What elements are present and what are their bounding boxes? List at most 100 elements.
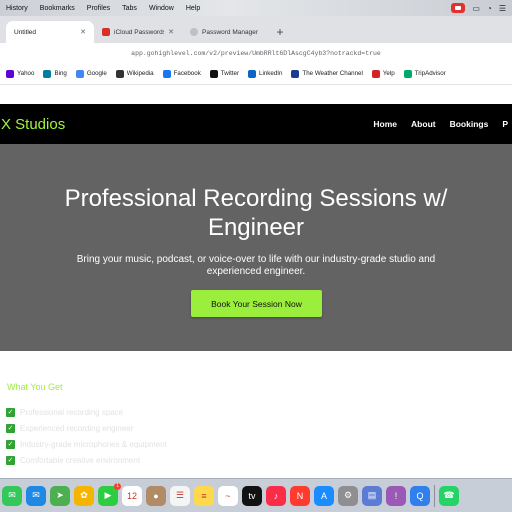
tab-icloud-passwords[interactable]: iCloud Passwords - C ✕ — [94, 21, 182, 43]
menu-bookmarks[interactable]: Bookmarks — [34, 5, 81, 12]
maps-icon[interactable]: ➤ — [50, 485, 70, 506]
tab-untitled[interactable]: Untitled ✕ — [6, 21, 94, 43]
messages-icon[interactable]: ✉ — [2, 485, 22, 506]
close-icon[interactable]: ✕ — [80, 28, 86, 36]
list-item: ✓ Professional recording space — [6, 404, 167, 420]
hero-subtitle: Bring your music, podcast, or voice-over… — [76, 254, 436, 277]
url-text: app.gohighlevel.com/v2/preview/UmbRRlt6D… — [131, 49, 381, 57]
menu-help[interactable]: Help — [180, 5, 206, 12]
bing-icon — [43, 69, 52, 78]
menu-tabs[interactable]: Tabs — [116, 5, 143, 12]
site-nav: Home About Bookings P — [373, 119, 512, 129]
tab-label: Untitled — [14, 28, 37, 36]
checkmark-icon: ✓ — [6, 455, 15, 465]
freeform-icon[interactable]: ~ — [218, 485, 238, 506]
bookmark-linkedin[interactable]: LinkedIn — [248, 69, 282, 78]
screen-recording-icon[interactable] — [451, 3, 466, 13]
feature-text: Professional recording space — [20, 407, 124, 417]
bookmark-label: TripAdvisor — [414, 70, 446, 77]
site-logo[interactable]: X Studios — [0, 116, 65, 133]
bookmark-tripadvisor[interactable]: TripAdvisor — [403, 69, 446, 78]
hero-section: Professional Recording Sessions w/ Engin… — [0, 144, 512, 351]
features-section: What You Get ✓ Professional recording spa… — [0, 351, 512, 481]
tab-label: Password Manager — [202, 28, 258, 36]
weather-icon — [291, 69, 300, 78]
linkedin-icon — [248, 69, 257, 78]
nav-about[interactable]: About — [411, 119, 436, 129]
nav-bookings[interactable]: Bookings — [450, 119, 489, 129]
preview-icon[interactable]: ▤ — [362, 485, 382, 506]
settings-icon[interactable]: ⚙ — [338, 485, 358, 506]
google-icon — [75, 69, 84, 78]
wikipedia-icon — [115, 69, 124, 78]
nav-overflow-item[interactable]: P — [502, 119, 508, 129]
battery-icon[interactable]: ▭ — [472, 4, 480, 13]
bookmark-yelp[interactable]: Yelp — [371, 69, 395, 78]
photos-icon[interactable]: ✿ — [74, 485, 94, 506]
new-tab-button[interactable]: + — [270, 21, 290, 43]
list-item: ✓ Experienced recording engineer — [6, 420, 167, 436]
tab-label: iCloud Passwords - C — [114, 28, 165, 36]
reminders-icon[interactable]: ☰ — [170, 485, 190, 506]
facebook-icon — [162, 69, 171, 78]
menu-history[interactable]: History — [0, 5, 34, 12]
bookmarks-bar: Yahoo Bing Google Wikipedia Facebook Twitter L… — [0, 63, 512, 85]
podcasts-icon[interactable]: ! — [386, 485, 406, 506]
calendar-icon[interactable]: 12 — [122, 485, 142, 506]
news-icon[interactable]: N — [290, 485, 310, 506]
bookmark-label: Yelp — [382, 70, 395, 77]
appletv-icon[interactable]: tv — [242, 485, 262, 506]
feature-text: Comfortable creative environment — [20, 455, 141, 465]
close-icon[interactable]: ✕ — [168, 28, 174, 36]
control-center-icon[interactable]: ☰ — [499, 4, 506, 13]
list-item: ✓ Comfortable creative environment — [6, 452, 167, 468]
facetime-icon[interactable]: ▶ 1 — [98, 482, 121, 506]
macos-dock: ✉ ✉ ➤ ✿ ▶ 1 12 ● ☰ ≡ ~ tv ♪ N A ⚙ ▤! Q ☎ — [0, 478, 512, 512]
tripadvisor-icon — [403, 69, 412, 78]
bookmark-label: Bing — [54, 70, 67, 77]
browser-tab-strip: Untitled ✕ iCloud Passwords - C ✕ Passwo… — [0, 16, 512, 43]
bookmark-google[interactable]: Google — [75, 69, 107, 78]
checkmark-icon: ✓ — [6, 423, 15, 433]
bookmark-twitter[interactable]: Twitter — [209, 69, 240, 78]
bookmark-wikipedia[interactable]: Wikipedia — [115, 69, 154, 78]
bookmark-label: Facebook — [173, 70, 201, 77]
appstore-icon[interactable]: A — [314, 485, 334, 506]
bookmark-bing[interactable]: Bing — [43, 69, 67, 78]
bookmark-facebook[interactable]: Facebook — [162, 69, 201, 78]
nav-home[interactable]: Home — [373, 119, 397, 129]
yahoo-icon — [6, 69, 14, 78]
bookmark-label: Twitter — [220, 70, 240, 77]
bookmark-label: The Weather Channel — [302, 70, 363, 77]
menu-profiles[interactable]: Profiles — [81, 5, 116, 12]
yelp-icon — [371, 69, 380, 78]
twitter-icon — [209, 69, 218, 78]
feature-list: ✓ Professional recording space ✓ Experienc… — [6, 404, 167, 468]
contacts-icon[interactable]: ● — [146, 485, 166, 506]
status-area: ▭ ◔ ☰ — [451, 3, 512, 13]
icloud-passwords-icon — [102, 28, 110, 36]
dock-separator — [434, 484, 435, 507]
feature-text: Experienced recording engineer — [20, 423, 134, 433]
quicktime-icon[interactable]: Q — [410, 485, 430, 506]
hero-title: Professional Recording Sessions w/ Engin… — [64, 185, 448, 241]
tab-password-manager[interactable]: Password Manager — [182, 21, 270, 43]
globe-icon — [190, 28, 198, 36]
section-title: What You Get — [7, 382, 63, 392]
bookmark-yahoo[interactable]: Yahoo — [6, 69, 34, 78]
music-icon[interactable]: ♪ — [266, 485, 286, 506]
site-header: X Studios Home About Bookings P — [0, 104, 512, 144]
mail-icon[interactable]: ✉ — [26, 485, 46, 506]
wifi-icon[interactable]: ◔ — [487, 4, 492, 13]
feature-text: Industry-grade microphones & equipment — [20, 439, 167, 449]
bookmark-label: Google — [86, 70, 107, 77]
whatsapp-icon[interactable]: ☎ — [439, 485, 459, 506]
menu-window[interactable]: Window — [143, 5, 180, 12]
list-item: ✓ Industry-grade microphones & equipment — [6, 436, 167, 452]
book-session-button[interactable]: Book Your Session Now — [191, 290, 322, 317]
notes-icon[interactable]: ≡ — [194, 485, 214, 506]
address-bar[interactable]: app.gohighlevel.com/v2/preview/UmbRRlt6D… — [0, 43, 512, 63]
macos-menu-bar: History Bookmarks Profiles Tabs Window H… — [0, 0, 512, 16]
notification-badge: 1 — [114, 482, 121, 490]
bookmark-weather[interactable]: The Weather Channel — [291, 69, 363, 78]
